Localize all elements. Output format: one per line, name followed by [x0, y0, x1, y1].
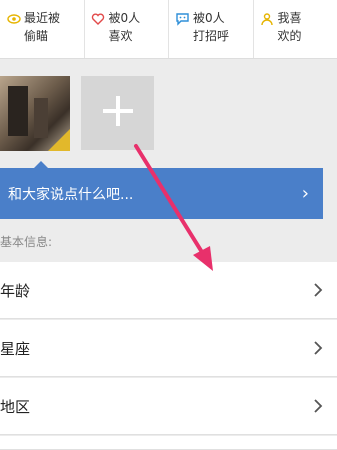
eye-icon — [6, 11, 21, 26]
tab-liked-by[interactable]: 被0人 喜欢 — [85, 0, 169, 58]
tab-greeted-by[interactable]: 被0人 打招呼 — [169, 0, 254, 58]
list-item-label: 星座 — [0, 339, 31, 358]
profile-photo-thumbnail[interactable] — [0, 76, 70, 151]
chat-bubble-icon — [175, 11, 190, 26]
tab-liked-by-label: 被0人 喜欢 — [108, 11, 141, 43]
list-item-age[interactable]: 年龄 — [0, 262, 337, 319]
plus-icon — [101, 94, 135, 132]
photo-strip — [0, 59, 337, 166]
list-item-region[interactable]: 地区 — [0, 378, 337, 435]
person-icon — [260, 11, 275, 26]
add-photo-button[interactable] — [81, 76, 154, 150]
chevron-right-icon — [313, 398, 323, 414]
tab-recently-viewed-label: 最近被 偷瞄 — [24, 11, 61, 43]
chevron-right-icon: › — [301, 183, 309, 204]
heart-icon — [91, 11, 106, 26]
basic-info-heading: 基本信息: — [0, 235, 53, 249]
list-item-label: 地区 — [0, 397, 31, 416]
chevron-right-icon — [313, 282, 323, 298]
status-prompt-banner[interactable]: 和大家说点什么吧... › — [0, 168, 323, 219]
chevron-right-icon — [313, 340, 323, 356]
tab-recently-viewed[interactable]: 最近被 偷瞄 — [0, 0, 85, 58]
photo-shape-dark — [8, 86, 28, 136]
tab-my-likes-label: 我喜 欢的 — [277, 11, 302, 43]
top-stats-bar: 最近被 偷瞄 被0人 喜欢 被0人 打招呼 我喜 欢的 — [0, 0, 337, 59]
tab-greeted-by-label: 被0人 打招呼 — [193, 11, 230, 43]
list-item-label: 年龄 — [0, 281, 31, 300]
photo-corner-badge — [48, 129, 70, 151]
tab-my-likes[interactable]: 我喜 欢的 — [254, 0, 337, 58]
list-item-zodiac[interactable]: 星座 — [0, 320, 337, 377]
status-prompt-text: 和大家说点什么吧... — [8, 186, 134, 203]
banner-pointer — [34, 161, 48, 168]
list-item-partial[interactable] — [0, 436, 337, 450]
photo-shape-mid — [34, 98, 48, 138]
